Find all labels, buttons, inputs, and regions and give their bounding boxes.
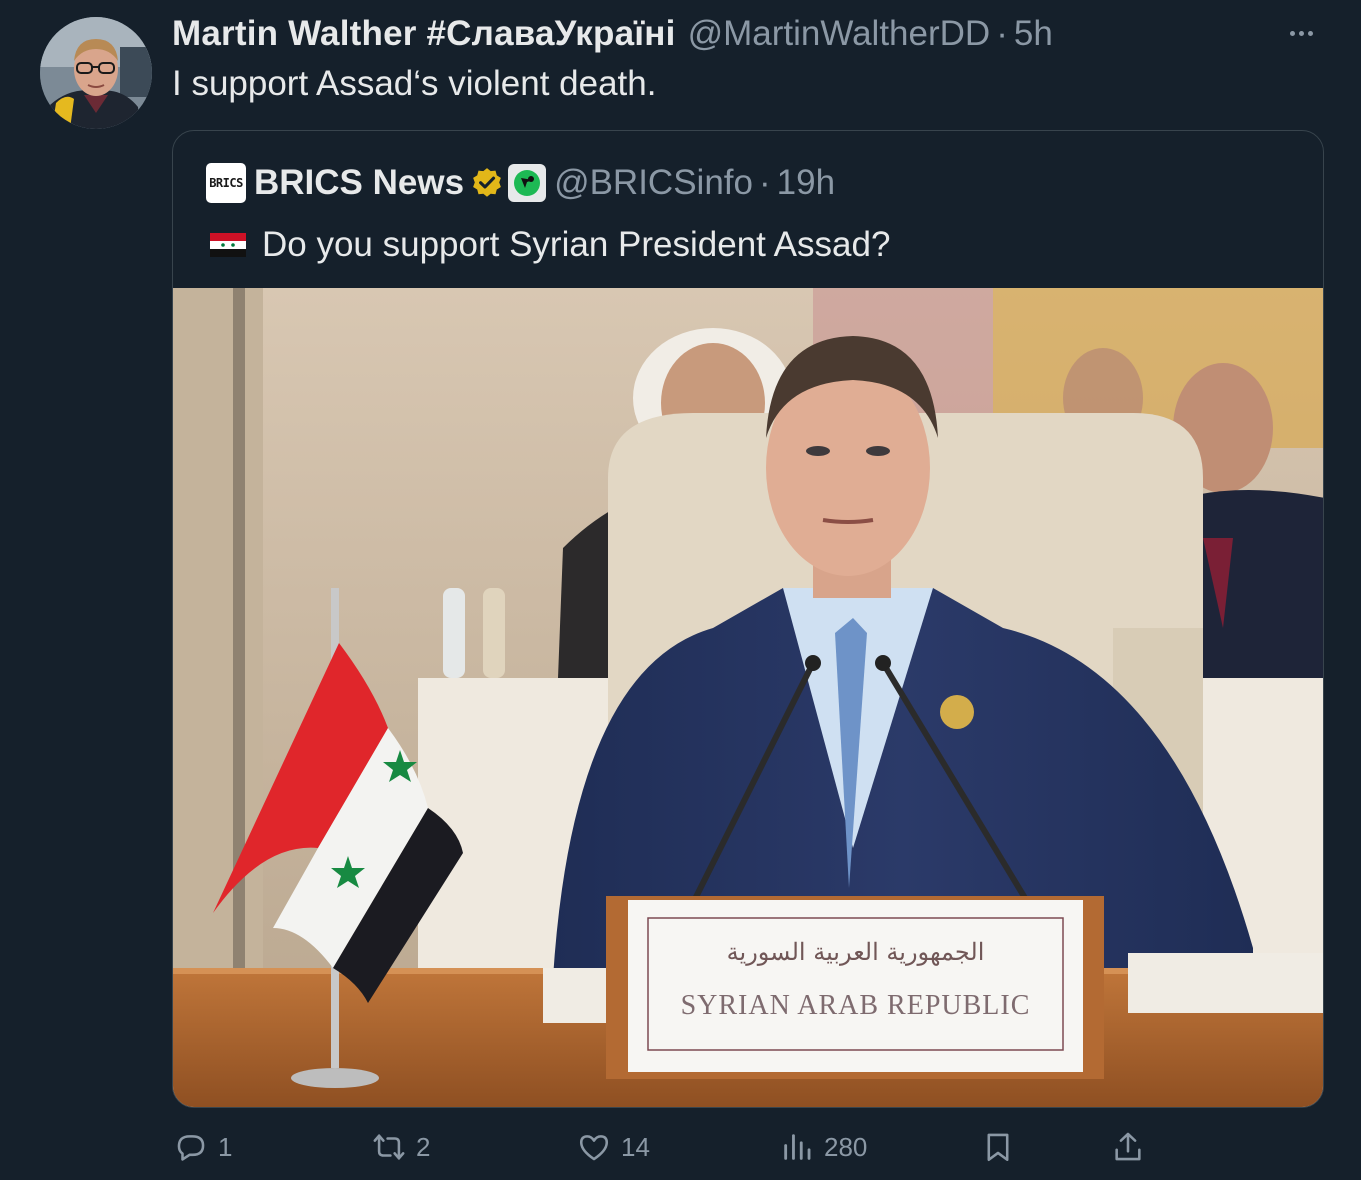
quoted-text: Do you support Syrian President Assad? — [262, 225, 891, 264]
tweet[interactable]: Martin Walther #СлаваУкраїні @MartinWalt… — [0, 0, 1361, 1180]
brics-logo-icon: BRICS — [206, 163, 246, 203]
views-chart-icon — [784, 1134, 811, 1160]
share-icon — [1115, 1132, 1141, 1161]
author-avatar[interactable] — [40, 17, 152, 129]
share-button[interactable] — [1111, 1122, 1145, 1172]
syria-flag-icon — [210, 233, 246, 257]
action-bar: 1 2 14 280 — [0, 1122, 1361, 1172]
heart-icon — [579, 1135, 609, 1161]
quoted-text-row: Do you support Syrian President Assad? — [210, 223, 890, 267]
quoted-tweet-header: BRICS BRICS News @BRICSinfo · 19h — [206, 161, 835, 205]
quoted-timestamp[interactable]: 19h — [777, 163, 835, 203]
placard-arabic-text: الجمهورية العربية السورية — [726, 938, 985, 966]
affiliate-badge-icon — [508, 164, 547, 202]
quoted-handle[interactable]: @BRICSinfo — [554, 163, 753, 203]
bookmark-icon — [987, 1133, 1009, 1162]
quoted-tweet[interactable]: BRICS BRICS News @BRICSinfo · 19h Do you… — [172, 130, 1324, 1108]
quoted-photo[interactable]: الجمهورية العربية السورية SYRIAN ARAB RE… — [173, 288, 1323, 1107]
like-count: 14 — [621, 1131, 650, 1162]
bookmark-button[interactable] — [981, 1122, 1015, 1172]
separator-dot: · — [759, 163, 771, 202]
reply-button[interactable]: 1 — [174, 1122, 232, 1172]
like-button[interactable]: 14 — [577, 1122, 650, 1172]
quoted-display-name[interactable]: BRICS News — [254, 163, 464, 203]
verified-badge-icon — [473, 168, 501, 197]
author-display-name[interactable]: Martin Walther #СлаваУкраїні — [172, 14, 676, 54]
tweet-header: Martin Walther #СлаваУкраїні @MartinWalt… — [172, 14, 1053, 54]
repost-button[interactable]: 2 — [372, 1122, 430, 1172]
more-options-icon[interactable] — [1281, 22, 1321, 44]
views-count: 280 — [824, 1131, 868, 1162]
repost-count: 2 — [416, 1131, 431, 1162]
more-dot — [1289, 30, 1295, 36]
views-button[interactable]: 280 — [780, 1122, 867, 1172]
tweet-text: I support Assad‘s violent death. — [172, 64, 657, 103]
avatar-photo — [40, 17, 152, 129]
photo-scene — [173, 288, 1323, 1107]
separator-dot: · — [996, 14, 1008, 53]
more-dot — [1307, 30, 1313, 36]
reply-count: 1 — [218, 1131, 233, 1162]
tweet-timestamp[interactable]: 5h — [1014, 14, 1053, 54]
more-dot — [1298, 30, 1304, 36]
placard-english-text: SYRIAN ARAB REPUBLIC — [680, 990, 1031, 1021]
repost-icon — [373, 1134, 405, 1160]
author-handle[interactable]: @MartinWaltherDD — [688, 14, 991, 54]
reply-icon — [177, 1135, 205, 1161]
